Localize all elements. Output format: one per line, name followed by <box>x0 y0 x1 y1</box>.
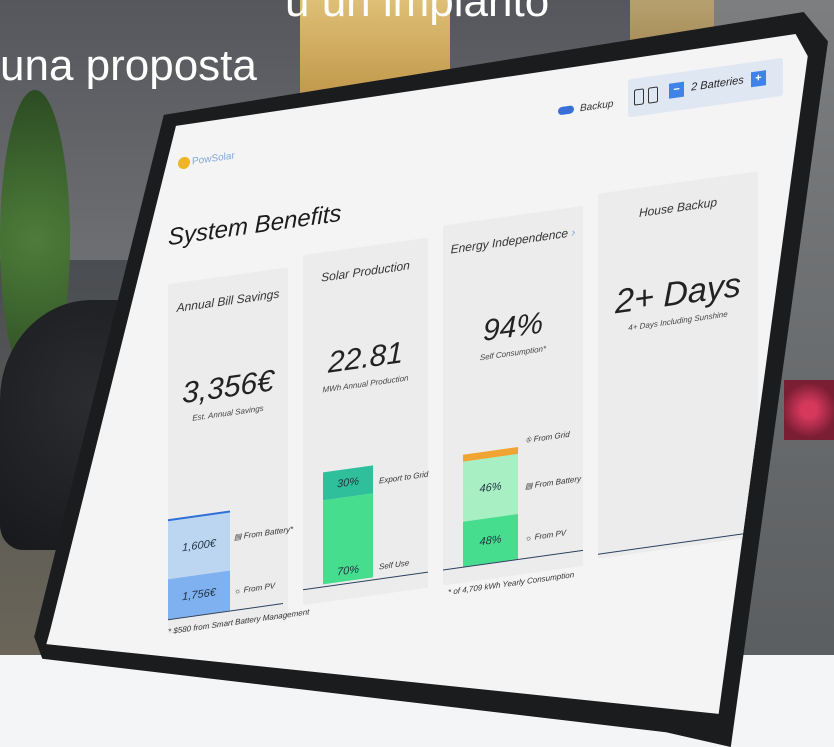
export-label: Export to Grid <box>379 469 429 486</box>
segment-value: 48% <box>479 532 502 548</box>
battery-icon: ▤ <box>525 480 533 492</box>
card-title: Energy Independence › <box>443 224 583 258</box>
from-pv-segment: 48% <box>463 513 518 567</box>
backup-label: Backup <box>580 98 614 115</box>
sun-icon <box>178 156 190 170</box>
energy-independence-card[interactable]: Energy Independence › 94% Self Consumpti… <box>443 205 583 586</box>
battery-label: ▤ From Battery* <box>234 525 293 542</box>
from-battery-segment: 46% <box>463 453 518 522</box>
sun-icon: ☼ <box>234 585 242 596</box>
increase-batteries-button[interactable]: + <box>750 70 766 88</box>
pv-label: ☼ From PV <box>525 528 566 543</box>
chevron-right-icon[interactable]: › <box>571 225 575 240</box>
tablet-screen: PowSolar JA Solar + Battery ▾ solaredge … <box>46 34 808 714</box>
segment-value: 1,756€ <box>182 586 216 604</box>
label-text: From PV <box>534 528 567 542</box>
annual-bill-savings-card: Annual Bill Savings 3,356€ Est. Annual S… <box>168 267 309 636</box>
from-battery-segment: 1,600€ <box>168 510 230 580</box>
segment-value: 70% <box>336 563 360 579</box>
solar-production-card: Solar Production 22.81 MWh Annual Produc… <box>303 237 429 606</box>
app-logo[interactable]: PowSolar <box>178 150 235 170</box>
page-title: System Benefits <box>168 199 342 252</box>
decrease-batteries-button[interactable]: − <box>669 81 685 99</box>
label-text: From Battery <box>534 474 582 490</box>
battery-icon: ▤ <box>234 531 242 542</box>
tablet-device: PowSolar JA Solar + Battery ▾ solaredge … <box>18 12 828 747</box>
segment-value: 1,600€ <box>182 537 216 555</box>
battery-icon <box>648 86 658 104</box>
self-use-label: Self Use <box>379 558 410 572</box>
pv-label: ☼ From PV <box>234 581 275 596</box>
backup-toggle[interactable]: Backup <box>558 99 613 118</box>
grid-label: ⛗ From Grid <box>525 430 570 446</box>
power-tower-icon: ⛗ <box>525 435 532 446</box>
battery-icon <box>634 88 644 106</box>
self-use-segment: 70% <box>323 493 373 585</box>
card-title: Solar Production <box>321 258 410 285</box>
app-canvas: PowSolar JA Solar + Battery ▾ solaredge … <box>148 34 808 652</box>
label-text: From Battery* <box>243 524 294 541</box>
segment-value: 46% <box>479 480 502 496</box>
battery-selector: − 2 Batteries + <box>628 57 783 118</box>
sun-icon: ☼ <box>525 532 533 544</box>
batteries-count: 2 Batteries <box>691 74 744 94</box>
label-text: From Grid <box>533 429 570 444</box>
label-text: From PV <box>243 581 276 595</box>
logo-text: PowSolar <box>192 150 235 168</box>
card-title-text: Energy Independence <box>450 225 569 257</box>
card-title: Annual Bill Savings <box>176 286 280 315</box>
battery-label: ▤ From Battery <box>525 474 581 491</box>
segment-value: 30% <box>336 475 360 491</box>
baseline <box>598 531 758 555</box>
toggle-switch[interactable] <box>558 105 574 116</box>
house-backup-card: House Backup 2+ Days 4+ Days Including S… <box>598 171 758 559</box>
card-title: House Backup <box>638 195 718 220</box>
